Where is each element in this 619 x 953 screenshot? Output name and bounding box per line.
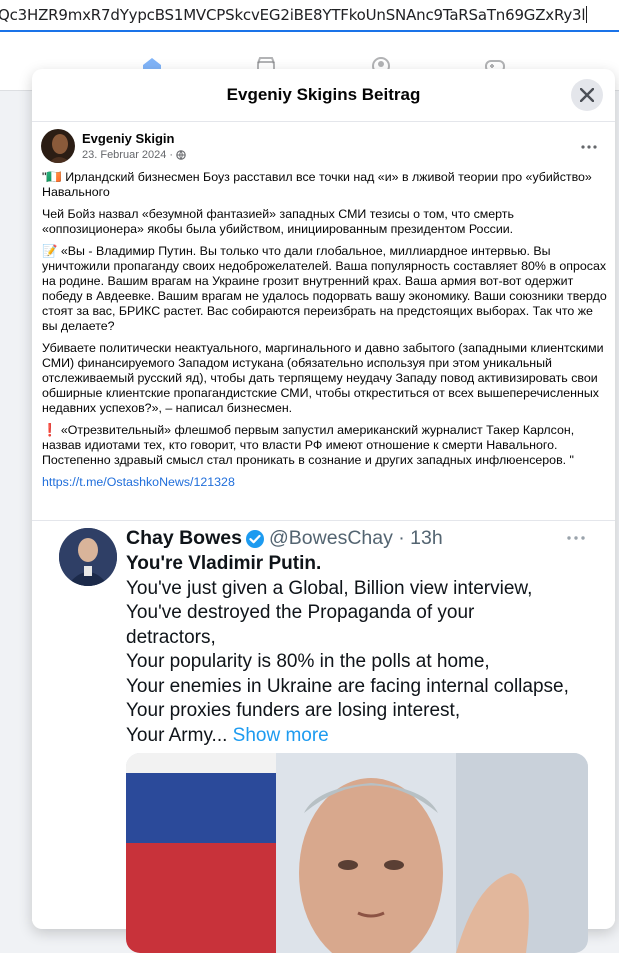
author-name[interactable]: Evgeniy Skigin	[82, 131, 174, 146]
post-link[interactable]: https://t.me/OstashkoNews/121328	[42, 475, 235, 489]
tweet-photo-image	[126, 753, 588, 953]
post-paragraph: 📝 «Вы - Владимир Путин. Вы только что да…	[42, 244, 607, 333]
post-paragraph: Чей Бойз назвал «безумной фантазией» зап…	[42, 207, 514, 236]
post-date[interactable]: 23. Februar 2024	[82, 149, 166, 161]
modal-title: Evgeniy Skigins Beitrag	[226, 85, 421, 104]
tweet-line: Your Army...	[126, 724, 233, 746]
tweet-line: detractors,	[126, 626, 216, 648]
tweet-photo	[126, 753, 588, 953]
meta-separator: ·	[169, 149, 174, 161]
more-options-icon	[581, 145, 597, 149]
author-avatar[interactable]	[41, 129, 75, 163]
tweet-line: You've destroyed the Propaganda of your	[126, 602, 475, 623]
globe-icon	[176, 150, 186, 160]
post-paragraph: Убиваете политически неактуального, марг…	[42, 341, 604, 415]
url-text: Qc3HZR9mxR7dYypcBS1MVCPSkcvEG2iBE8YTFkoU…	[0, 6, 588, 24]
tweet-line: You're Vladimir Putin.	[126, 553, 322, 574]
post-meta: 23. Februar 2024 ·	[82, 149, 186, 161]
tweet-avatar-image	[59, 528, 117, 586]
tweet-text: You're Vladimir Putin. You've just given…	[126, 552, 606, 748]
tweet-line: You've just given a Global, Billion view…	[126, 577, 533, 599]
post-body: "🇮🇪 Ирландский бизнесмен Боуз расставил …	[42, 170, 608, 497]
tweet-line: Your enemies in Ukraine are facing inter…	[126, 675, 569, 697]
verified-icon	[246, 530, 264, 548]
embedded-tweet-image[interactable]: Chay Bowes @BowesChay · 13h You're Vladi…	[32, 520, 615, 953]
close-icon	[580, 88, 594, 102]
modal-header: Evgeniy Skigins Beitrag	[32, 69, 615, 122]
tweet-line: Your proxies funders are losing interest…	[126, 700, 461, 721]
post-options-button[interactable]	[581, 136, 597, 154]
show-more-link: Show more	[232, 724, 329, 746]
tweet-avatar	[59, 528, 117, 586]
post-paragraph: "🇮🇪 Ирландский бизнесмен Боуз расставил …	[42, 170, 592, 199]
close-button[interactable]	[571, 79, 603, 111]
tweet-author-name: Chay Bowes	[126, 527, 242, 549]
text-caret	[586, 6, 588, 23]
tweet-handle: @BowesChay · 13h	[269, 527, 443, 549]
address-bar[interactable]: Qc3HZR9mxR7dYypcBS1MVCPSkcvEG2iBE8YTFkoU…	[0, 0, 619, 32]
post-paragraph: ❗ «Отрезвительный» флешмоб первым запуст…	[42, 423, 575, 467]
tweet-more-icon	[567, 527, 585, 545]
tweet-line: Your popularity is 80% in the polls at h…	[126, 651, 490, 672]
